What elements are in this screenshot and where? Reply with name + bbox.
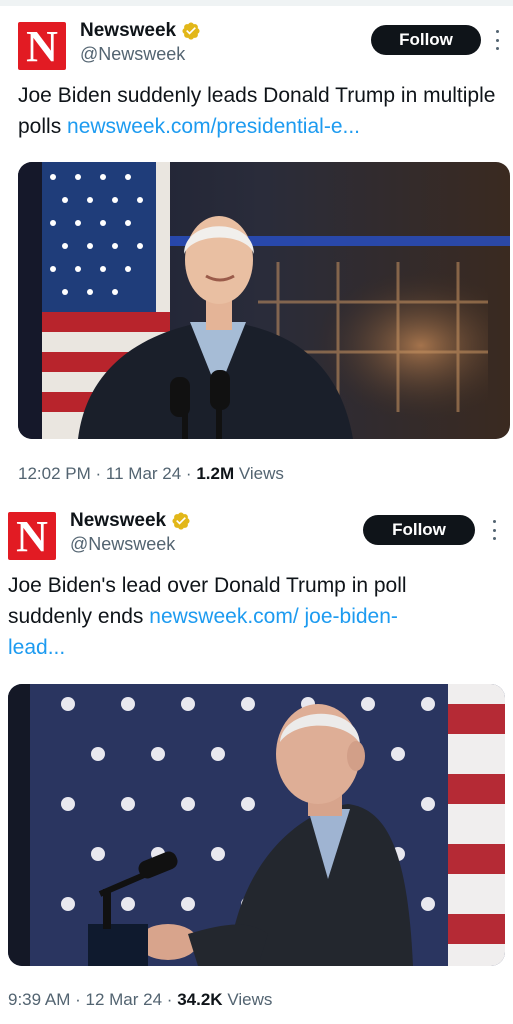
tweet-meta: 12:02 PM · 11 Mar 24 · 1.2M Views: [18, 464, 284, 484]
views-label: Views: [238, 464, 284, 483]
verified-badge-icon: [172, 512, 190, 530]
author-name-row[interactable]: Newsweek: [70, 510, 191, 532]
top-divider: [0, 0, 513, 6]
author-name[interactable]: Newsweek: [80, 20, 176, 42]
tweet-link[interactable]: newsweek.com/presidential-e...: [67, 115, 360, 138]
separator: ·: [185, 464, 192, 483]
tweet-time[interactable]: 12:02 PM: [18, 464, 91, 483]
newsweek-logo-avatar[interactable]: N: [18, 22, 66, 70]
logo-letter: N: [16, 512, 48, 561]
more-options-icon[interactable]: [494, 30, 500, 50]
tweet-text: Joe Biden suddenly leads Donald Trump in…: [18, 80, 508, 142]
photo-biden-flag: [8, 684, 505, 966]
views-count: 34.2K: [177, 990, 223, 1009]
views-label: Views: [227, 990, 273, 1009]
author-name[interactable]: Newsweek: [70, 510, 166, 532]
more-options-icon[interactable]: [491, 520, 497, 540]
tweet-photo[interactable]: [18, 162, 510, 439]
tweet-meta: 9:39 AM · 12 Mar 24 · 34.2K Views: [8, 990, 272, 1010]
verified-badge-icon: [182, 22, 200, 40]
logo-letter: N: [26, 22, 58, 71]
follow-button[interactable]: Follow: [363, 515, 475, 545]
separator: ·: [166, 990, 173, 1009]
photo-biden-podium: [18, 162, 510, 439]
author-handle[interactable]: @Newsweek: [70, 534, 175, 555]
tweet-text: Joe Biden's lead over Donald Trump in po…: [8, 570, 428, 663]
tweet-date[interactable]: 11 Mar 24: [106, 464, 181, 483]
follow-button[interactable]: Follow: [371, 25, 481, 55]
separator: ·: [95, 464, 102, 483]
separator: ·: [75, 990, 81, 1009]
author-name-row[interactable]: Newsweek: [80, 20, 201, 42]
views-count: 1.2M: [196, 464, 235, 483]
tweet-photo[interactable]: [8, 684, 505, 966]
tweet-time[interactable]: 9:39 AM: [8, 990, 70, 1009]
author-handle[interactable]: @Newsweek: [80, 44, 185, 65]
newsweek-logo-avatar[interactable]: N: [8, 512, 56, 560]
tweet-date[interactable]: 12 Mar 24: [86, 990, 163, 1009]
